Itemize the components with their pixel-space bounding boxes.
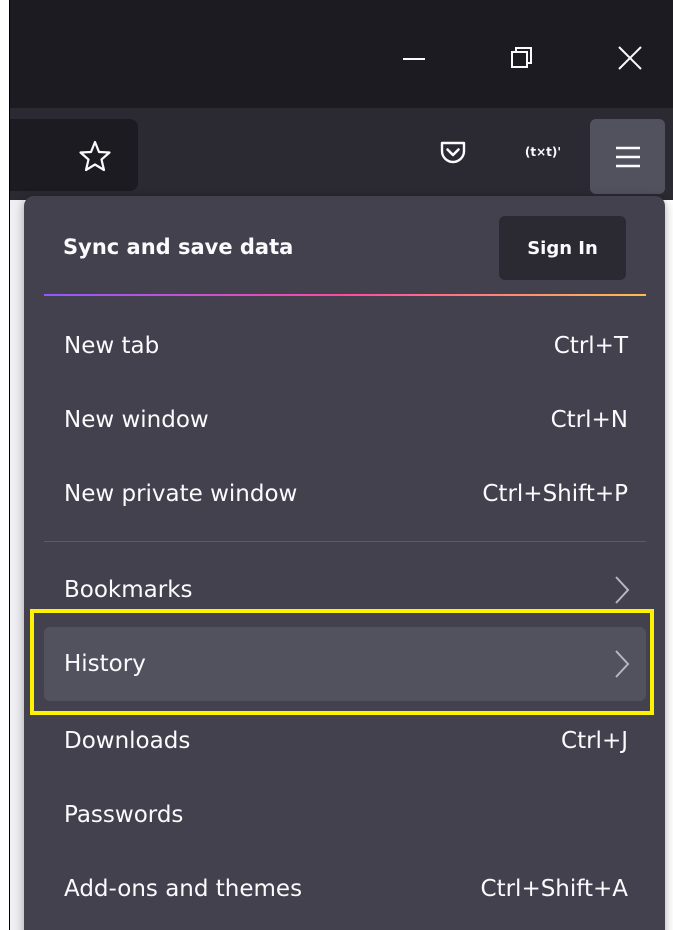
star-icon — [79, 140, 111, 172]
menu-item-shortcut: Ctrl+Shift+A — [480, 876, 628, 902]
app-menu-panel: Sync and save data Sign In New tab Ctrl+… — [24, 196, 665, 930]
menu-item-history[interactable]: History — [44, 627, 646, 701]
menu-item-label: New tab — [64, 333, 160, 359]
menu-item-shortcut: Ctrl+N — [550, 407, 628, 433]
menu-item-shortcut: Ctrl+T — [553, 333, 628, 359]
restore-button[interactable] — [492, 30, 552, 86]
pocket-icon — [440, 141, 466, 164]
browser-window: (t×t)' Sync and save data Sign In New ta… — [10, 0, 673, 930]
sync-section: Sync and save data Sign In — [24, 196, 665, 294]
chevron-right-icon — [615, 576, 630, 604]
menu-separator — [44, 541, 646, 542]
nav-toolbar: (t×t)' — [10, 108, 673, 200]
url-bar[interactable] — [10, 119, 138, 191]
menu-item-shortcut: Ctrl+Shift+P — [482, 481, 628, 507]
hamburger-menu-icon — [615, 146, 640, 167]
restore-icon — [511, 47, 532, 68]
chevron-right-icon — [615, 650, 630, 678]
menu-item-label: Add-ons and themes — [64, 876, 303, 902]
minimize-icon — [403, 58, 425, 60]
menu-item-bookmarks[interactable]: Bookmarks — [44, 553, 646, 627]
open-menu-button[interactable] — [590, 119, 665, 194]
bookmark-star-button[interactable] — [78, 139, 112, 173]
menu-item-label: New private window — [64, 481, 298, 507]
pocket-button[interactable] — [437, 136, 469, 168]
sync-divider — [44, 294, 646, 296]
menu-item-addons-and-themes[interactable]: Add-ons and themes Ctrl+Shift+A — [44, 852, 646, 926]
menu-item-new-private-window[interactable]: New private window Ctrl+Shift+P — [44, 457, 646, 531]
close-icon — [618, 46, 642, 70]
title-bar — [10, 0, 673, 108]
sign-in-button[interactable]: Sign In — [499, 216, 626, 280]
menu-item-downloads[interactable]: Downloads Ctrl+J — [44, 704, 646, 778]
sync-title: Sync and save data — [63, 235, 294, 259]
menu-item-label: New window — [64, 407, 209, 433]
menu-item-new-tab[interactable]: New tab Ctrl+T — [44, 309, 646, 383]
menu-item-new-window[interactable]: New window Ctrl+N — [44, 383, 646, 457]
menu-item-label: Downloads — [64, 728, 191, 754]
page-edge — [10, 200, 24, 930]
menu-item-label: Bookmarks — [64, 577, 193, 603]
text-extension-button[interactable]: (t×t)' — [518, 136, 568, 168]
text-extension-icon: (t×t)' — [524, 145, 562, 159]
close-button[interactable] — [600, 30, 660, 86]
menu-item-label: History — [64, 651, 146, 677]
menu-item-label: Passwords — [64, 802, 184, 828]
menu-item-passwords[interactable]: Passwords — [44, 778, 646, 852]
menu-item-shortcut: Ctrl+J — [561, 728, 628, 754]
minimize-button[interactable] — [384, 30, 444, 86]
